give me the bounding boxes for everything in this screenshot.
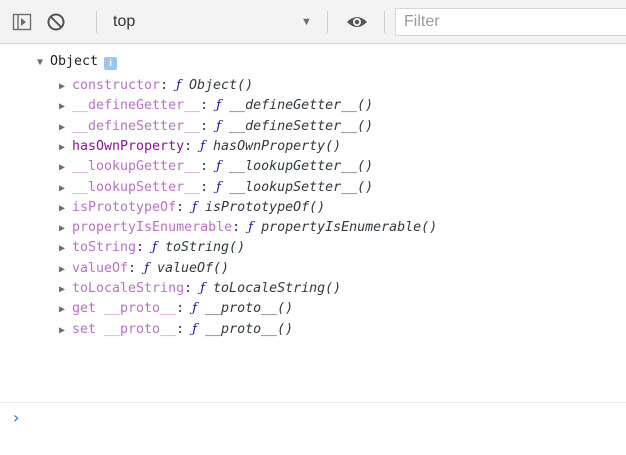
- console-prompt-icon[interactable]: ›: [13, 408, 19, 427]
- property-row[interactable]: ▶ hasOwnProperty: ƒ hasOwnProperty(): [59, 137, 341, 157]
- function-glyph: ƒ: [248, 220, 254, 236]
- property-row[interactable]: ▶ __lookupSetter__: ƒ __lookupSetter__(): [59, 178, 373, 198]
- info-badge-icon[interactable]: i: [104, 57, 118, 70]
- property-separator: :: [176, 199, 185, 215]
- toolbar-divider: [384, 11, 385, 33]
- function-glyph: ƒ: [152, 240, 157, 256]
- sidebar-toggle-icon[interactable]: [12, 12, 32, 32]
- function-glyph: ƒ: [176, 78, 182, 93]
- collapsed-triangle-icon[interactable]: ▶: [59, 260, 72, 280]
- property-key: constructor: [72, 78, 161, 93]
- function-glyph: ƒ: [192, 301, 198, 317]
- collapsed-triangle-icon[interactable]: ▶: [59, 300, 72, 320]
- function-signature: valueOf(): [157, 260, 230, 276]
- function-signature: propertyIsEnumerable(): [261, 220, 438, 236]
- property-separator: :: [184, 281, 193, 296]
- object-header-row[interactable]: ▼ Object i: [37, 52, 118, 73]
- context-label: top: [113, 13, 136, 30]
- property-key: __lookupSetter__: [72, 179, 201, 195]
- function-signature: __lookupGetter__(): [229, 159, 374, 175]
- property-separator: :: [160, 78, 169, 93]
- property-row[interactable]: ▶ constructor: ƒ Object(): [59, 76, 253, 96]
- function-signature: __defineSetter__(): [229, 118, 374, 134]
- function-glyph: ƒ: [216, 179, 222, 195]
- property-row[interactable]: ▶ __defineGetter__: ƒ __defineGetter__(): [59, 96, 373, 116]
- function-signature: toString(): [165, 240, 246, 256]
- property-key: get __proto__: [72, 301, 177, 317]
- property-row[interactable]: ▶ get __proto__: ƒ __proto__(): [59, 299, 293, 319]
- context-selector[interactable]: top ▼: [104, 8, 324, 36]
- property-row[interactable]: ▶ toLocaleString: ƒ toLocaleString(): [59, 279, 341, 299]
- property-key: isPrototypeOf: [72, 199, 177, 215]
- property-separator: :: [176, 301, 185, 317]
- function-signature: __proto__(): [205, 321, 294, 337]
- function-glyph: ƒ: [144, 260, 149, 276]
- function-glyph: ƒ: [216, 98, 222, 114]
- function-glyph: ƒ: [216, 159, 222, 175]
- collapsed-triangle-icon[interactable]: ▶: [59, 97, 72, 117]
- clear-console-icon[interactable]: [46, 12, 66, 32]
- collapsed-triangle-icon[interactable]: ▶: [59, 158, 72, 178]
- property-row[interactable]: ▶ valueOf: ƒ valueOf(): [59, 259, 229, 279]
- collapsed-triangle-icon[interactable]: ▶: [59, 280, 72, 300]
- property-row[interactable]: ▶ isPrototypeOf: ƒ isPrototypeOf(): [59, 198, 325, 218]
- property-row[interactable]: ▶ __defineSetter__: ƒ __defineSetter__(): [59, 117, 373, 137]
- property-row[interactable]: ▶ set __proto__: ƒ __proto__(): [59, 320, 293, 340]
- collapsed-triangle-icon[interactable]: ▶: [59, 118, 72, 138]
- function-signature: __lookupSetter__(): [229, 179, 374, 195]
- property-key: __defineGetter__: [72, 98, 201, 114]
- collapsed-triangle-icon[interactable]: ▶: [59, 321, 72, 341]
- function-signature: __defineGetter__(): [229, 98, 374, 114]
- property-separator: :: [200, 98, 209, 114]
- collapsed-triangle-icon[interactable]: ▶: [59, 138, 72, 158]
- property-key: toLocaleString: [72, 281, 185, 296]
- property-key: toString: [72, 240, 137, 256]
- function-signature: __proto__(): [205, 301, 294, 317]
- function-signature: isPrototypeOf(): [205, 199, 326, 215]
- property-separator: :: [184, 138, 193, 154]
- property-separator: :: [232, 220, 241, 236]
- property-key: __defineSetter__: [72, 118, 201, 134]
- dropdown-arrow-icon: ▼: [301, 16, 312, 28]
- toolbar-divider: [96, 11, 97, 33]
- property-key: valueOf: [72, 260, 129, 276]
- property-separator: :: [200, 179, 209, 195]
- toolbar-divider: [327, 11, 328, 33]
- function-glyph: ƒ: [200, 281, 206, 296]
- function-glyph: ƒ: [192, 199, 198, 215]
- property-separator: :: [176, 321, 185, 337]
- collapsed-triangle-icon[interactable]: ▶: [59, 239, 72, 259]
- function-glyph: ƒ: [200, 138, 206, 154]
- collapsed-triangle-icon[interactable]: ▶: [59, 179, 72, 199]
- property-row[interactable]: ▶ propertyIsEnumerable: ƒ propertyIsEnume…: [59, 218, 437, 238]
- property-key: propertyIsEnumerable: [72, 220, 233, 236]
- collapsed-triangle-icon[interactable]: ▶: [59, 219, 72, 239]
- output-divider: [0, 402, 626, 403]
- property-separator: :: [128, 260, 137, 276]
- function-signature: hasOwnProperty(): [213, 138, 342, 154]
- property-row[interactable]: ▶ toString: ƒ toString(): [59, 238, 245, 258]
- live-expression-eye-icon[interactable]: [346, 12, 367, 32]
- function-glyph: ƒ: [192, 321, 198, 337]
- collapsed-triangle-icon[interactable]: ▶: [59, 77, 72, 97]
- collapsed-triangle-icon[interactable]: ▶: [59, 199, 72, 219]
- property-key: set __proto__: [72, 321, 177, 337]
- property-row[interactable]: ▶ __lookupGetter__: ƒ __lookupGetter__(): [59, 157, 373, 177]
- property-separator: :: [136, 240, 145, 256]
- property-separator: :: [200, 159, 209, 175]
- property-key: __lookupGetter__: [72, 159, 201, 175]
- filter-input[interactable]: [395, 8, 626, 36]
- expanded-triangle-icon[interactable]: ▼: [37, 53, 50, 73]
- property-separator: :: [200, 118, 209, 134]
- property-key: hasOwnProperty: [72, 138, 185, 154]
- console-toolbar: top ▼: [0, 0, 626, 44]
- function-signature: toLocaleString(): [213, 281, 342, 296]
- function-glyph: ƒ: [216, 118, 222, 134]
- function-signature: Object(): [189, 78, 254, 93]
- object-title: Object: [50, 54, 99, 69]
